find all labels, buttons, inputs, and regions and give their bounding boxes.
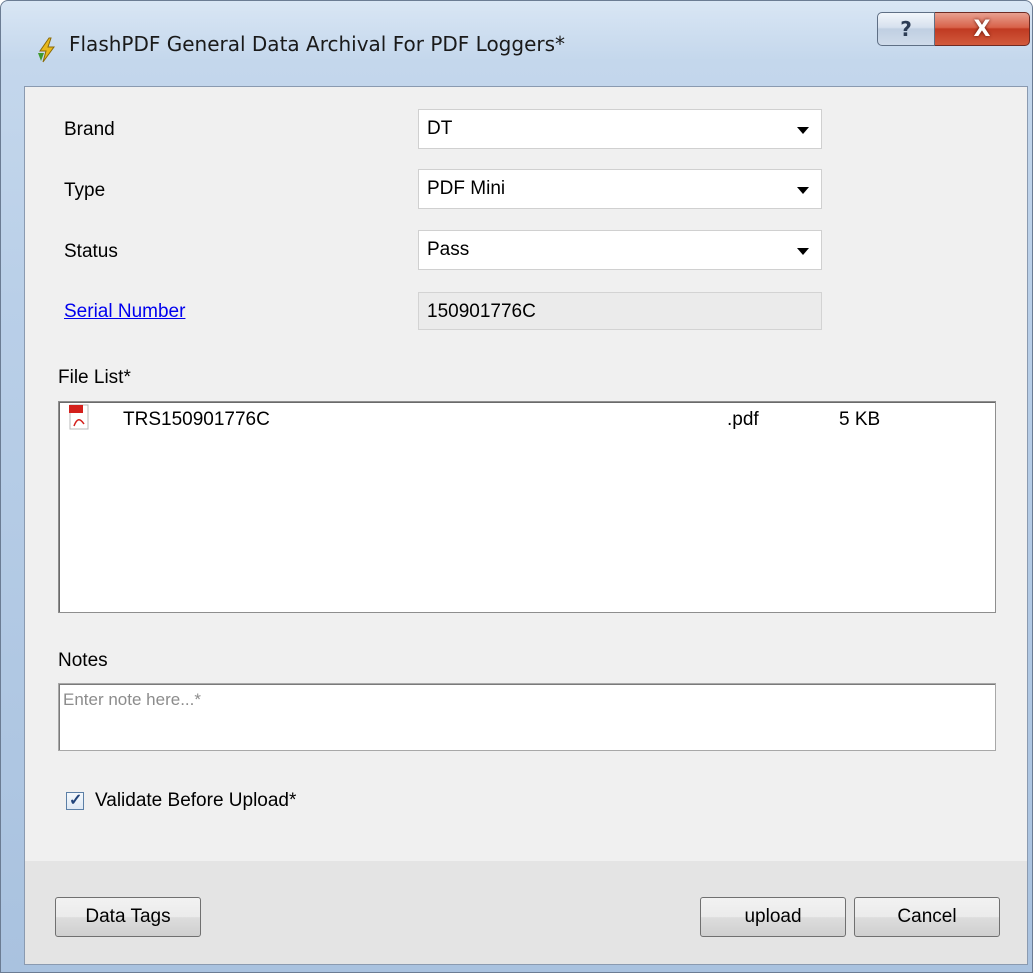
notes-input[interactable]: [58, 683, 996, 751]
help-button[interactable]: ?: [877, 12, 935, 46]
close-icon: X: [973, 16, 991, 42]
file-extension: .pdf: [727, 409, 759, 430]
type-value: PDF Mini: [427, 178, 506, 199]
serial-number-field: 150901776C: [418, 292, 822, 330]
list-item[interactable]: TRS150901776C .pdf 5 KB: [59, 402, 995, 438]
data-tags-button[interactable]: Data Tags: [55, 897, 201, 937]
form-panel: Brand DT Type PDF Mini Status Pass Seria…: [25, 87, 1027, 861]
serial-number-link[interactable]: Serial Number: [64, 301, 185, 323]
chevron-down-icon: [797, 187, 809, 194]
type-label: Type: [64, 180, 106, 201]
cancel-button[interactable]: Cancel: [854, 897, 1000, 937]
app-icon: [38, 37, 55, 63]
status-value: Pass: [427, 239, 470, 260]
brand-value: DT: [427, 118, 453, 139]
dialog-window: FlashPDF General Data Archival For PDF L…: [0, 0, 1033, 973]
upload-button[interactable]: upload: [700, 897, 846, 937]
title-bar[interactable]: FlashPDF General Data Archival For PDF L…: [1, 1, 1032, 86]
button-bar: Data Tags upload Cancel: [25, 861, 1027, 964]
pdf-file-icon: [69, 404, 89, 430]
client-area: Brand DT Type PDF Mini Status Pass Seria…: [24, 86, 1028, 965]
help-icon: ?: [900, 17, 912, 41]
caption-buttons: ? X: [877, 12, 1030, 46]
file-size: 5 KB: [839, 409, 881, 430]
file-list[interactable]: TRS150901776C .pdf 5 KB: [58, 401, 996, 613]
file-name: TRS150901776C: [123, 409, 270, 430]
close-button[interactable]: X: [935, 12, 1030, 46]
notes-label: Notes: [58, 650, 108, 671]
brand-dropdown[interactable]: DT: [418, 109, 822, 149]
chevron-down-icon: [797, 127, 809, 134]
window-title: FlashPDF General Data Archival For PDF L…: [69, 32, 566, 56]
status-dropdown[interactable]: Pass: [418, 230, 822, 270]
status-label: Status: [64, 241, 118, 262]
checkmark-icon: ✓: [69, 792, 83, 809]
type-dropdown[interactable]: PDF Mini: [418, 169, 822, 209]
validate-label[interactable]: Validate Before Upload*: [95, 790, 296, 812]
serial-number-value: 150901776C: [427, 301, 536, 322]
brand-label: Brand: [64, 119, 115, 140]
validate-checkbox[interactable]: ✓: [66, 792, 84, 810]
file-list-label: File List*: [58, 367, 131, 388]
chevron-down-icon: [797, 248, 809, 255]
